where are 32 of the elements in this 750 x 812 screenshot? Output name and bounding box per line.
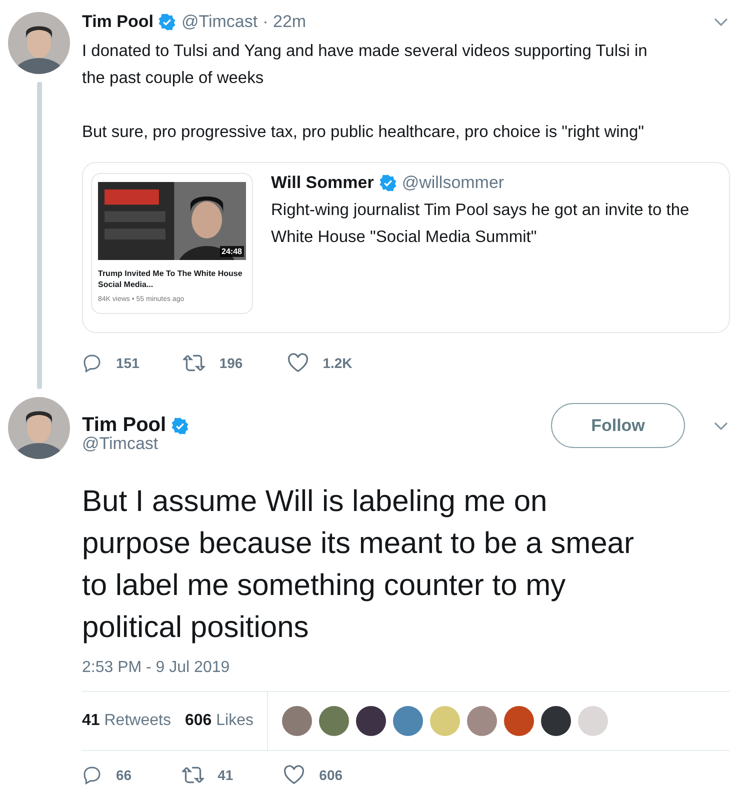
author-name[interactable]: Tim Pool <box>82 414 166 437</box>
reply-icon[interactable] <box>82 353 102 373</box>
heart-icon[interactable] <box>286 353 309 373</box>
action-count: 41 <box>218 767 234 783</box>
heart-icon[interactable] <box>283 765 306 785</box>
reply-icon[interactable] <box>82 765 102 785</box>
action-count: 1.2K <box>322 355 352 371</box>
quoted-tweet-card[interactable] <box>82 162 730 333</box>
author-name[interactable]: Tim Pool <box>82 12 154 32</box>
action-count: 151 <box>116 355 140 371</box>
retweet-icon[interactable] <box>183 353 206 373</box>
tweet-timestamp[interactable]: 2:53 PM - 9 Jul 2019 <box>82 659 730 677</box>
action-count: 196 <box>219 355 243 371</box>
tweet-text: But I assume Will is labeling me on purpose because its meant to be a smear to label me something counter to my political positions <box>82 484 635 646</box>
tweet-text: But sure, pro progressive tax, pro public healthcare, pro choice is "right wing" <box>82 122 645 143</box>
video-title: Trump Invited Me To The White House Social Media... <box>98 268 244 290</box>
tweet-time: · 22m <box>262 12 306 32</box>
action-count: 66 <box>116 767 132 783</box>
follow-button[interactable]: Follow <box>551 403 685 448</box>
tweet-text: I donated to Tulsi and Yang and have made several videos supporting Tulsi in the past couple of weeks <box>82 41 648 89</box>
liker-avatar[interactable] <box>541 706 572 736</box>
quoted-tweet-text: Right-wing journalist Tim Pool says he got an invite to the White House "Social Media Summit" <box>271 200 690 248</box>
author-handle[interactable]: @Timcast <box>181 12 258 32</box>
action-count: 606 <box>319 767 343 783</box>
retweet-icon[interactable] <box>182 765 204 785</box>
video-duration: 24:48 <box>220 246 244 257</box>
quoted-author-name[interactable]: Will Sommer <box>271 173 374 193</box>
stat-link[interactable]: 606 Likes <box>184 712 254 730</box>
quoted-author-handle[interactable]: @willsommer <box>402 173 504 193</box>
liker-avatar[interactable] <box>356 706 386 736</box>
author-handle[interactable]: @Timcast <box>82 434 158 453</box>
stat-link[interactable]: 41 Retweets <box>82 712 171 730</box>
